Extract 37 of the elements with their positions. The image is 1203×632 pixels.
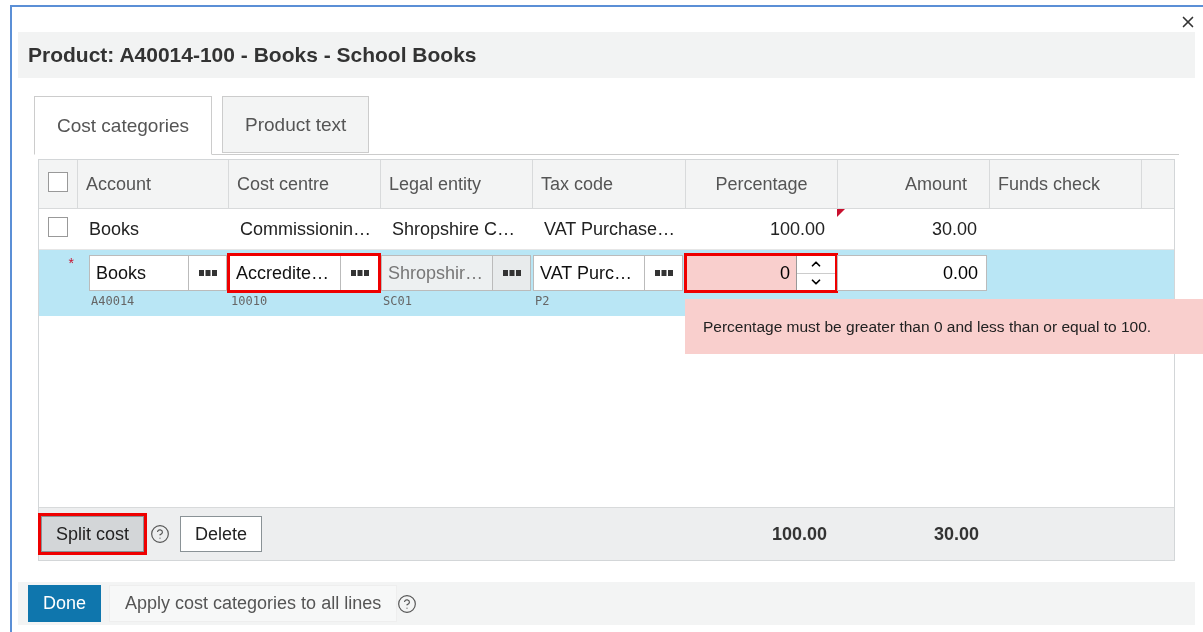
code-label: P2 — [534, 294, 551, 308]
column-header[interactable]: Percentage — [685, 160, 837, 208]
total-percentage: 100.00 — [770, 523, 828, 545]
amount-field[interactable]: 0.00 — [837, 255, 987, 291]
help-icon[interactable] — [150, 524, 171, 544]
column-header[interactable]: Account — [77, 160, 228, 208]
action-button[interactable]: Apply cost categories to all lines — [109, 585, 398, 622]
table-cell: VAT Purchase… — [544, 218, 676, 240]
grid-button[interactable]: Delete — [180, 516, 263, 552]
grid-button[interactable]: Split cost — [41, 516, 145, 552]
table-cell: Commissionin… — [240, 218, 372, 240]
more-icon — [654, 270, 673, 276]
error-tooltip: Percentage must be greater than 0 and less than or equal to 100. — [685, 299, 1203, 354]
help-icon[interactable] — [397, 593, 418, 614]
more-icon — [502, 270, 521, 276]
checkbox[interactable] — [48, 217, 68, 237]
total-amount: 30.00 — [932, 523, 980, 545]
tab[interactable]: Product text — [222, 96, 370, 153]
code-label: A40014 — [90, 294, 136, 308]
table-cell: Shropshire C… — [392, 218, 516, 240]
table-cell: Books — [89, 218, 140, 240]
code-label: 10010 — [230, 294, 269, 308]
table-cell: 30.00 — [931, 218, 977, 240]
more-icon — [350, 270, 369, 276]
required-mark: * — [68, 255, 74, 271]
action-button[interactable]: Done — [28, 585, 102, 622]
column-header[interactable]: Legal entity — [380, 160, 532, 208]
column-header[interactable]: Amount — [837, 160, 989, 208]
column-header[interactable]: Funds check — [989, 160, 1141, 208]
dialog-title: Product: A40014-100 - Books - School Books — [28, 43, 477, 67]
column-header[interactable]: Cost centre — [228, 160, 380, 208]
checkbox[interactable] — [48, 172, 68, 192]
table-cell: 100.00 — [769, 218, 825, 240]
code-label: SC01 — [382, 294, 413, 308]
more-icon — [198, 270, 217, 276]
tab[interactable]: Cost categories — [34, 96, 212, 155]
column-header[interactable]: Tax code — [532, 160, 685, 208]
